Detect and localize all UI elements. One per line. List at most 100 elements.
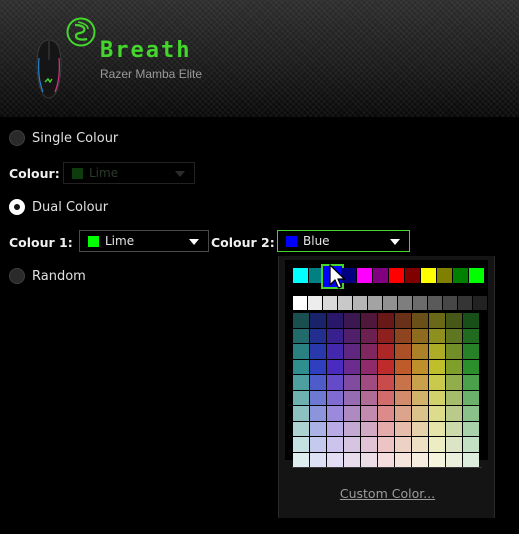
palette-colour-swatch[interactable] — [446, 328, 462, 343]
palette-colour-swatch[interactable] — [429, 421, 445, 436]
palette-colour-swatch[interactable] — [310, 344, 326, 359]
palette-colour-swatch[interactable] — [412, 344, 428, 359]
palette-colour-swatch[interactable] — [361, 437, 377, 452]
random-option[interactable]: Random — [9, 268, 86, 284]
palette-colour-swatch[interactable] — [327, 437, 343, 452]
gray-swatch[interactable] — [368, 296, 382, 310]
palette-colour-swatch[interactable] — [293, 421, 309, 436]
palette-colour-swatch[interactable] — [344, 375, 360, 390]
palette-colour-swatch[interactable] — [327, 344, 343, 359]
palette-colour-swatch[interactable] — [463, 437, 479, 452]
palette-colour-swatch[interactable] — [463, 375, 479, 390]
palette-colour-swatch[interactable] — [293, 359, 309, 374]
palette-colour-swatch[interactable] — [293, 344, 309, 359]
palette-colour-swatch[interactable] — [446, 421, 462, 436]
preset-colour-swatch[interactable] — [373, 268, 388, 283]
single-colour-option[interactable]: Single Colour — [9, 130, 118, 146]
colour-2-dropdown[interactable]: Blue — [277, 230, 410, 252]
palette-colour-swatch[interactable] — [361, 452, 377, 467]
palette-colour-swatch[interactable] — [463, 421, 479, 436]
palette-colour-swatch[interactable] — [361, 313, 377, 328]
palette-colour-swatch[interactable] — [378, 328, 394, 343]
palette-colour-swatch[interactable] — [378, 344, 394, 359]
gray-swatch[interactable] — [458, 296, 472, 310]
palette-colour-swatch[interactable] — [327, 359, 343, 374]
gray-swatch[interactable] — [323, 296, 337, 310]
palette-colour-swatch[interactable] — [293, 390, 309, 405]
palette-colour-swatch[interactable] — [344, 452, 360, 467]
preset-colour-swatch[interactable] — [389, 268, 404, 283]
palette-colour-swatch[interactable] — [327, 328, 343, 343]
palette-colour-swatch[interactable] — [429, 437, 445, 452]
preset-colour-swatch[interactable] — [453, 268, 468, 283]
palette-colour-swatch[interactable] — [310, 421, 326, 436]
palette-colour-swatch[interactable] — [361, 390, 377, 405]
preset-colour-swatch[interactable] — [437, 268, 452, 283]
palette-colour-swatch[interactable] — [463, 344, 479, 359]
palette-colour-swatch[interactable] — [412, 406, 428, 421]
palette-colour-swatch[interactable] — [446, 359, 462, 374]
gray-swatch[interactable] — [398, 296, 412, 310]
palette-colour-swatch[interactable] — [310, 375, 326, 390]
palette-colour-swatch[interactable] — [361, 421, 377, 436]
palette-colour-swatch[interactable] — [378, 421, 394, 436]
palette-colour-swatch[interactable] — [412, 390, 428, 405]
palette-colour-swatch[interactable] — [310, 359, 326, 374]
palette-colour-swatch[interactable] — [361, 328, 377, 343]
palette-colour-swatch[interactable] — [395, 328, 411, 343]
colour-1-dropdown[interactable]: Lime — [79, 230, 209, 252]
palette-colour-swatch[interactable] — [378, 452, 394, 467]
palette-colour-swatch[interactable] — [412, 421, 428, 436]
palette-colour-swatch[interactable] — [412, 375, 428, 390]
palette-colour-swatch[interactable] — [310, 328, 326, 343]
palette-colour-swatch[interactable] — [378, 375, 394, 390]
palette-colour-swatch[interactable] — [395, 375, 411, 390]
palette-colour-swatch[interactable] — [395, 452, 411, 467]
palette-colour-swatch[interactable] — [344, 437, 360, 452]
palette-colour-swatch[interactable] — [293, 452, 309, 467]
palette-colour-swatch[interactable] — [344, 390, 360, 405]
palette-colour-swatch[interactable] — [327, 375, 343, 390]
preset-colour-swatch[interactable] — [469, 268, 484, 283]
palette-colour-swatch[interactable] — [344, 406, 360, 421]
palette-colour-swatch[interactable] — [344, 359, 360, 374]
palette-colour-swatch[interactable] — [395, 344, 411, 359]
palette-colour-swatch[interactable] — [395, 390, 411, 405]
palette-colour-swatch[interactable] — [463, 406, 479, 421]
palette-colour-swatch[interactable] — [327, 313, 343, 328]
palette-colour-swatch[interactable] — [378, 437, 394, 452]
palette-colour-swatch[interactable] — [293, 313, 309, 328]
palette-colour-swatch[interactable] — [463, 328, 479, 343]
palette-colour-swatch[interactable] — [412, 359, 428, 374]
gray-swatch[interactable] — [473, 296, 487, 310]
palette-colour-swatch[interactable] — [395, 313, 411, 328]
palette-colour-swatch[interactable] — [429, 359, 445, 374]
palette-colour-swatch[interactable] — [446, 313, 462, 328]
palette-colour-swatch[interactable] — [429, 452, 445, 467]
palette-colour-swatch[interactable] — [429, 313, 445, 328]
palette-colour-swatch[interactable] — [344, 421, 360, 436]
preset-colour-swatch[interactable] — [293, 268, 308, 283]
gray-swatch[interactable] — [383, 296, 397, 310]
gray-swatch[interactable] — [353, 296, 367, 310]
palette-colour-swatch[interactable] — [378, 390, 394, 405]
preset-colour-swatch[interactable] — [357, 268, 372, 283]
palette-colour-swatch[interactable] — [344, 328, 360, 343]
palette-colour-swatch[interactable] — [378, 313, 394, 328]
preset-colour-swatch[interactable] — [405, 268, 420, 283]
palette-colour-swatch[interactable] — [310, 406, 326, 421]
palette-colour-swatch[interactable] — [412, 313, 428, 328]
gray-swatch[interactable] — [413, 296, 427, 310]
palette-colour-swatch[interactable] — [327, 452, 343, 467]
palette-colour-swatch[interactable] — [361, 375, 377, 390]
palette-colour-swatch[interactable] — [429, 390, 445, 405]
palette-colour-swatch[interactable] — [361, 344, 377, 359]
palette-colour-swatch[interactable] — [429, 406, 445, 421]
gray-swatch[interactable] — [338, 296, 352, 310]
palette-colour-swatch[interactable] — [310, 313, 326, 328]
gray-swatch[interactable] — [443, 296, 457, 310]
dual-colour-option[interactable]: Dual Colour — [9, 199, 108, 215]
palette-colour-swatch[interactable] — [327, 390, 343, 405]
gray-swatch[interactable] — [428, 296, 442, 310]
palette-colour-swatch[interactable] — [446, 390, 462, 405]
